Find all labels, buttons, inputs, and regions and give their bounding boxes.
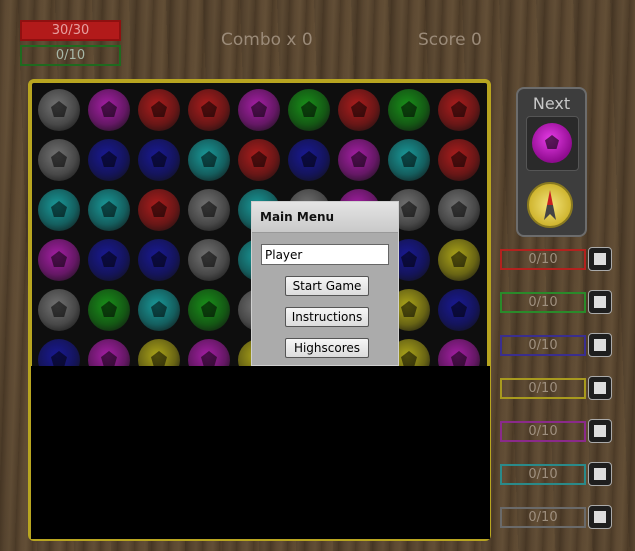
player-name-input[interactable] [261, 244, 389, 265]
next-gem-slot [526, 116, 579, 171]
sword-icon-glyph [594, 382, 606, 394]
resource-bar: 0/10 [500, 292, 586, 313]
gem-red[interactable] [338, 89, 380, 131]
gem-purple[interactable] [238, 89, 280, 131]
gem-cyan[interactable] [38, 189, 80, 231]
gem-green[interactable] [188, 289, 230, 331]
gem-red[interactable] [138, 89, 180, 131]
leaf-icon [588, 290, 612, 314]
leaf-icon-glyph [594, 296, 606, 308]
hammer-icon-glyph [594, 425, 606, 437]
resource-bar: 0/10 [500, 464, 586, 485]
gem-green[interactable] [88, 289, 130, 331]
gem-cyan[interactable] [388, 139, 430, 181]
gem-grey[interactable] [38, 289, 80, 331]
stone-icon-glyph [594, 253, 606, 265]
gem-yellow[interactable] [438, 239, 480, 281]
chest-icon [588, 505, 612, 529]
gem-purple[interactable] [88, 89, 130, 131]
grid-icon [588, 462, 612, 486]
stone-icon [588, 247, 612, 271]
gem-icon [588, 333, 612, 357]
grid-icon-glyph [594, 468, 606, 480]
main-menu-dialog: Main Menu Start Game Instructions Highsc… [251, 201, 399, 366]
menu-title: Main Menu [252, 202, 398, 233]
highscores-button[interactable]: Highscores [285, 338, 369, 358]
gem-red[interactable] [138, 189, 180, 231]
gem-blue[interactable] [88, 139, 130, 181]
gem-blue[interactable] [438, 289, 480, 331]
next-gem-panel: Next [516, 87, 587, 237]
start-game-button[interactable]: Start Game [285, 276, 369, 296]
score-display: Score 0 [418, 30, 482, 50]
gem-purple[interactable] [38, 239, 80, 281]
gem-green[interactable] [388, 89, 430, 131]
gem-red[interactable] [238, 139, 280, 181]
gem-cyan[interactable] [188, 139, 230, 181]
chest-icon-glyph [594, 511, 606, 523]
gem-grey[interactable] [188, 189, 230, 231]
resource-bar: 0/10 [500, 249, 586, 270]
gem-cyan[interactable] [138, 289, 180, 331]
gem-red[interactable] [438, 89, 480, 131]
gem-grey[interactable] [38, 89, 80, 131]
gem-purple[interactable] [338, 139, 380, 181]
health-bar: 30/30 [20, 20, 121, 41]
gem-grey[interactable] [38, 139, 80, 181]
instructions-button[interactable]: Instructions [285, 307, 369, 327]
resource-bar: 0/10 [500, 378, 586, 399]
sword-icon [588, 376, 612, 400]
gem-blue[interactable] [88, 239, 130, 281]
hammer-icon [588, 419, 612, 443]
resource-bar: 0/10 [500, 507, 586, 528]
xp-bar: 0/10 [20, 45, 121, 66]
gem-red[interactable] [438, 139, 480, 181]
gem-red[interactable] [188, 89, 230, 131]
next-gem [532, 123, 572, 163]
gem-blue[interactable] [138, 139, 180, 181]
resource-bar: 0/10 [500, 335, 586, 356]
gem-icon-glyph [594, 339, 606, 351]
loading-overlay [31, 366, 490, 539]
gem-grey[interactable] [188, 239, 230, 281]
combo-counter: Combo x 0 [221, 30, 313, 50]
gem-green[interactable] [288, 89, 330, 131]
gem-grey[interactable] [438, 189, 480, 231]
resource-bar: 0/10 [500, 421, 586, 442]
compass-icon[interactable] [527, 182, 573, 228]
next-label: Next [532, 94, 571, 113]
gem-blue[interactable] [288, 139, 330, 181]
gem-blue[interactable] [138, 239, 180, 281]
gem-cyan[interactable] [88, 189, 130, 231]
